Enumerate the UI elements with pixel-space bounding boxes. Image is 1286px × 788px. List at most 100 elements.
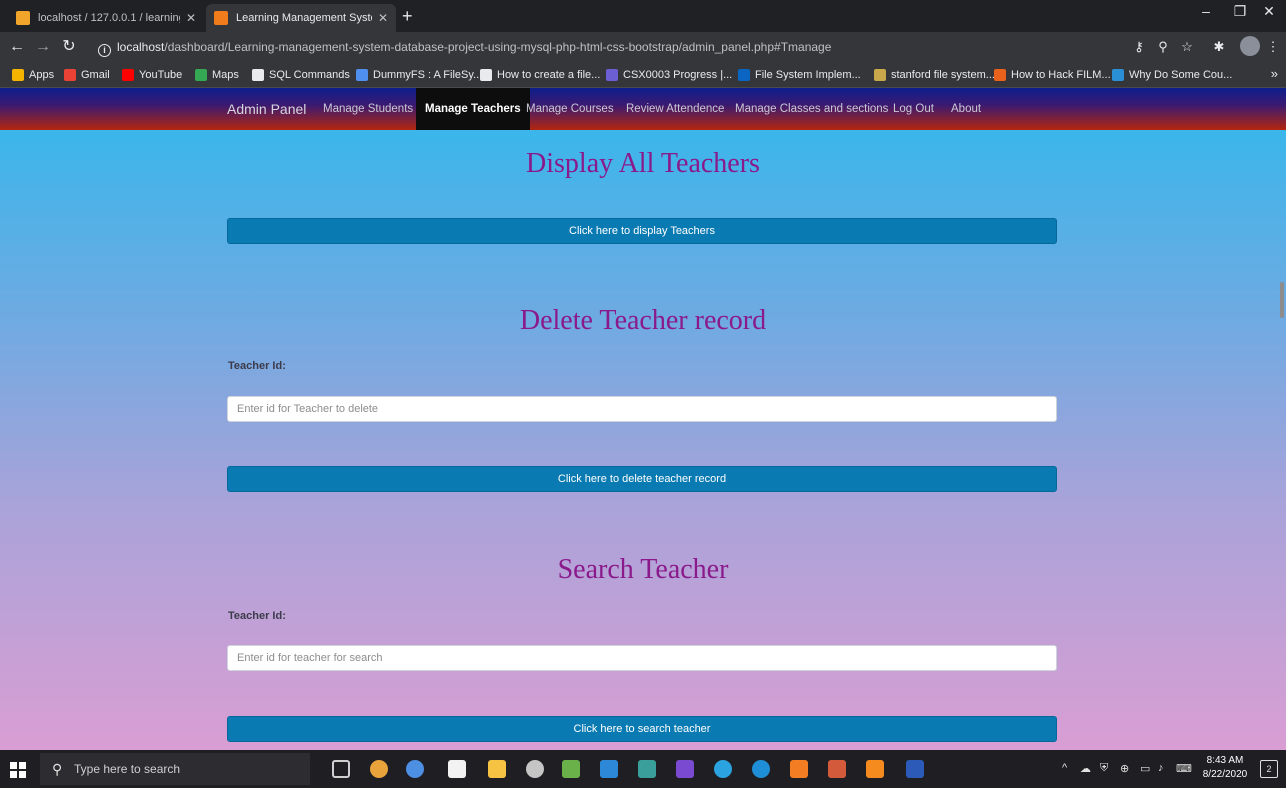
globe-icon xyxy=(252,69,264,81)
bookmark-sql-commands[interactable]: SQL Commands xyxy=(252,66,350,84)
url-input[interactable]: i localhost/dashboard/Learning-management… xyxy=(92,36,1102,58)
key-icon[interactable]: ⚷ xyxy=(1128,36,1150,58)
tab-title: Learning Management System xyxy=(236,12,372,24)
bookmark-star-icon[interactable]: ☆ xyxy=(1176,36,1198,58)
nav-about[interactable]: About xyxy=(951,88,981,130)
bookmark-label: DummyFS : A FileSy... xyxy=(373,69,483,81)
cortana-icon[interactable] xyxy=(370,760,388,778)
bookmark-dummyfs[interactable]: DummyFS : A FileSy... xyxy=(356,66,482,84)
nav-manage-classes[interactable]: Manage Classes and sections xyxy=(735,88,888,130)
chrome-icon[interactable] xyxy=(406,760,424,778)
notepad-plus-icon[interactable] xyxy=(562,760,580,778)
delete-teacher-id-input[interactable] xyxy=(227,396,1057,422)
display-teachers-heading: Display All Teachers xyxy=(526,148,760,179)
tray-shield-icon[interactable]: ⛨ xyxy=(1100,762,1108,775)
vlc-icon[interactable] xyxy=(866,760,884,778)
tray-volume-icon[interactable]: ♪ xyxy=(1158,762,1164,774)
windows-start-icon[interactable] xyxy=(10,762,26,778)
site-info-icon[interactable]: i xyxy=(98,44,111,57)
nav-review-attendence[interactable]: Review Attendence xyxy=(626,88,724,130)
tray-battery-icon[interactable]: ▭ xyxy=(1140,762,1150,775)
bookmark-create-file[interactable]: How to create a file... xyxy=(480,66,600,84)
zoom-icon[interactable]: ⚲ xyxy=(1152,36,1174,58)
nav-manage-teachers[interactable]: Manage Teachers xyxy=(416,88,530,130)
linkedin-icon xyxy=(738,69,750,81)
browser-tab-strip: localhost / 127.0.0.1 / learning m ✕ Lea… xyxy=(0,0,1286,32)
page-content: Display All Teachers Click here to displ… xyxy=(0,130,1286,750)
bookmark-hack-film[interactable]: How to Hack FILM... xyxy=(994,66,1111,84)
navbar-brand[interactable]: Admin Panel xyxy=(227,88,306,130)
new-tab-button[interactable]: + xyxy=(402,4,413,28)
tab-learning-management-system[interactable]: Learning Management System ✕ xyxy=(206,4,396,32)
git-icon[interactable] xyxy=(828,760,846,778)
tray-chevron-icon[interactable]: ^ xyxy=(1062,762,1067,774)
profile-avatar[interactable] xyxy=(1240,36,1260,56)
vscode-icon[interactable] xyxy=(600,760,618,778)
task-view-icon[interactable] xyxy=(332,760,350,778)
bookmark-stanford-file-system[interactable]: stanford file system... xyxy=(874,66,995,84)
nav-log-out[interactable]: Log Out xyxy=(893,88,934,130)
extensions-puzzle-icon[interactable]: ✱ xyxy=(1208,36,1230,58)
bookmark-youtube[interactable]: YouTube xyxy=(122,66,182,84)
delete-teacher-button[interactable]: Click here to delete teacher record xyxy=(227,466,1057,492)
taskbar-clock[interactable]: 8:43 AM 8/22/2020 xyxy=(1200,754,1250,782)
notifications-icon[interactable]: 2 xyxy=(1260,760,1278,778)
word-icon[interactable] xyxy=(906,760,924,778)
search-teacher-button[interactable]: Click here to search teacher xyxy=(227,716,1057,742)
url-host: localhost xyxy=(117,40,165,54)
bookmark-label: Gmail xyxy=(81,69,110,81)
back-arrow-icon[interactable]: ← xyxy=(6,36,28,58)
windows-taskbar: ⚲ Type here to search ^ ☁ ⛨ ⊕ ▭ ♪ ⌨ 8:43… xyxy=(0,750,1286,788)
browser-menu-icon[interactable]: ⋮ xyxy=(1262,36,1284,58)
bookmark-label: SQL Commands xyxy=(269,69,350,81)
tab-close-icon[interactable]: ✕ xyxy=(186,11,196,25)
nav-manage-students[interactable]: Manage Students xyxy=(323,88,413,130)
clock-date: 8/22/2020 xyxy=(1202,769,1248,780)
store-icon[interactable] xyxy=(448,760,466,778)
file-explorer-icon[interactable] xyxy=(488,760,506,778)
clock-time: 8:43 AM xyxy=(1206,755,1244,766)
bookmarks-overflow-icon[interactable]: » xyxy=(1271,66,1278,81)
bookmark-csx0003[interactable]: CSX0003 Progress |... xyxy=(606,66,732,84)
taskbar-search-placeholder: Type here to search xyxy=(74,762,181,776)
edge-icon[interactable] xyxy=(752,760,770,778)
tray-keyboard-icon[interactable]: ⌨ xyxy=(1176,762,1192,775)
tray-network-icon[interactable]: ⊕ xyxy=(1120,762,1129,775)
display-teachers-button[interactable]: Click here to display Teachers xyxy=(227,218,1057,244)
settings-gear-icon[interactable] xyxy=(526,760,544,778)
bookmark-gmail[interactable]: Gmail xyxy=(64,66,110,84)
tab-title: localhost / 127.0.0.1 / learning m xyxy=(38,12,180,24)
search-icon: ⚲ xyxy=(52,761,63,777)
person-icon xyxy=(480,69,492,81)
forward-arrow-icon[interactable]: → xyxy=(32,36,54,58)
reload-icon[interactable]: ↻ xyxy=(58,36,80,58)
url-path: /dashboard/Learning-management-system-da… xyxy=(164,40,832,54)
terminal-icon[interactable] xyxy=(638,760,656,778)
app-icon[interactable] xyxy=(676,760,694,778)
document-icon xyxy=(874,69,886,81)
maps-pin-icon xyxy=(195,69,207,81)
admin-navbar: Admin Panel Manage Students Manage Teach… xyxy=(0,88,1286,130)
gmail-icon xyxy=(64,69,76,81)
page-scrollbar[interactable] xyxy=(1280,282,1284,318)
bookmark-maps[interactable]: Maps xyxy=(195,66,239,84)
bookmark-file-system-implem[interactable]: File System Implem... xyxy=(738,66,861,84)
xampp-taskbar-icon[interactable] xyxy=(790,760,808,778)
tray-cloud-icon[interactable]: ☁ xyxy=(1080,762,1091,775)
video-icon xyxy=(1112,69,1124,81)
bookmark-label: How to create a file... xyxy=(497,69,601,81)
tab-close-icon[interactable]: ✕ xyxy=(378,11,388,25)
taskbar-search-input[interactable]: ⚲ Type here to search xyxy=(40,753,310,785)
search-teacher-id-input[interactable] xyxy=(227,645,1057,671)
address-bar-row: ← → ↻ i localhost/dashboard/Learning-mana… xyxy=(0,32,1286,62)
phpmyadmin-icon xyxy=(16,11,30,25)
close-window-icon[interactable]: ✕ xyxy=(1252,0,1286,24)
blogger-icon xyxy=(994,69,1006,81)
telegram-icon[interactable] xyxy=(714,760,732,778)
youtube-icon xyxy=(122,69,134,81)
bookmark-apps[interactable]: Apps xyxy=(12,66,54,84)
nav-manage-courses[interactable]: Manage Courses xyxy=(526,88,614,130)
tab-phpmyadmin[interactable]: localhost / 127.0.0.1 / learning m ✕ xyxy=(8,4,204,32)
bookmark-why-do-some[interactable]: Why Do Some Cou... xyxy=(1112,66,1232,84)
xampp-icon xyxy=(214,11,228,25)
